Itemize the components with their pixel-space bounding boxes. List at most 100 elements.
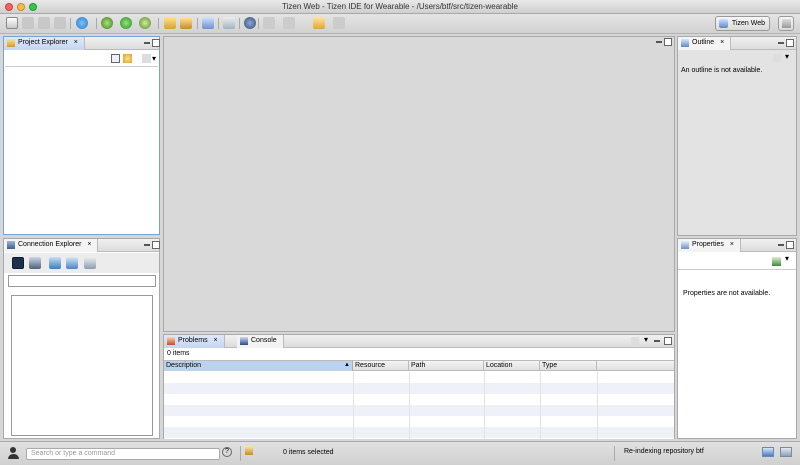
connection-filter-input[interactable]: [8, 275, 156, 287]
main-toolbar: Tizen Web: [0, 14, 800, 34]
close-icon[interactable]: ×: [87, 241, 91, 248]
minimize-icon[interactable]: [778, 42, 784, 44]
minimize-icon[interactable]: [654, 340, 660, 342]
chevron-down-icon[interactable]: ▾: [785, 254, 789, 263]
tab-console[interactable]: Console: [237, 335, 284, 348]
save-all-icon[interactable]: [38, 17, 50, 29]
progress-status[interactable]: Re-indexing repository btf: [624, 448, 704, 455]
window-title: Tizen Web - Tizen IDE for Wearable - /Us…: [282, 2, 518, 11]
tab-label: Project Explorer: [18, 39, 68, 46]
open-perspective-button[interactable]: [778, 16, 794, 31]
minimize-icon[interactable]: [656, 41, 662, 43]
debug-icon[interactable]: [101, 17, 113, 29]
open-folder-icon[interactable]: [164, 17, 176, 29]
collapse-all-icon[interactable]: [111, 54, 120, 63]
properties-panel: Properties × ▾ Properties are not availa…: [677, 238, 797, 439]
maximize-icon[interactable]: [664, 38, 672, 46]
outline-icon: [681, 39, 689, 47]
chevron-down-icon[interactable]: ▾: [152, 54, 156, 63]
minimize-icon[interactable]: [778, 244, 784, 246]
open-perspective-icon: [782, 19, 791, 28]
column-label: Description: [166, 362, 202, 369]
table-body[interactable]: [164, 372, 674, 439]
minimize-icon[interactable]: [144, 244, 150, 246]
tab-label: Outline: [692, 39, 715, 46]
next-annotation-icon[interactable]: [263, 17, 275, 29]
project-tree[interactable]: [5, 66, 158, 233]
print-icon[interactable]: [54, 17, 66, 29]
maximize-icon[interactable]: [152, 241, 160, 249]
push-file-icon[interactable]: [49, 257, 61, 269]
help-icon[interactable]: ?: [222, 447, 232, 457]
column-location[interactable]: Location: [484, 361, 540, 371]
outline-message: An outline is not available.: [681, 67, 763, 74]
run-icon[interactable]: [120, 17, 132, 29]
view-menu-icon[interactable]: [142, 54, 151, 63]
project-explorer-header: Project Explorer ×: [4, 37, 160, 50]
problems-table: Description ▲ Resource Path Location Type: [164, 360, 674, 439]
tab-label: Connection Explorer: [18, 241, 82, 248]
connection-icon[interactable]: [244, 17, 256, 29]
quick-access-icon[interactable]: [8, 446, 22, 460]
tab-connection-explorer[interactable]: Connection Explorer ×: [4, 239, 99, 252]
pen-icon[interactable]: [180, 17, 192, 29]
problems-panel: Problems × Console ▾ 0 items Description…: [163, 334, 675, 439]
tab-label: Problems: [178, 337, 208, 344]
column-type[interactable]: Type: [540, 361, 597, 371]
close-icon[interactable]: ×: [730, 241, 734, 248]
tab-problems[interactable]: Problems ×: [164, 335, 225, 348]
folder-icon: [7, 39, 15, 47]
editor-area[interactable]: [163, 36, 675, 332]
connection-explorer-icon: [7, 241, 15, 249]
run-external-tools-icon[interactable]: [139, 17, 151, 29]
console-icon: [240, 337, 248, 345]
properties-body: Properties are not available.: [678, 269, 796, 438]
column-description[interactable]: Description ▲: [164, 361, 353, 371]
view-layout-icon[interactable]: [84, 257, 96, 269]
web-simulator-icon[interactable]: [202, 17, 214, 29]
tab-properties[interactable]: Properties ×: [678, 239, 741, 252]
new-icon[interactable]: [6, 17, 18, 29]
chevron-down-icon[interactable]: ▾: [785, 52, 789, 61]
view-menu-icon[interactable]: [773, 54, 781, 62]
remote-device-icon[interactable]: [29, 257, 41, 269]
connection-toolbar: [4, 253, 159, 273]
problems-icon: [167, 337, 175, 345]
column-path[interactable]: Path: [409, 361, 484, 371]
maximize-icon[interactable]: [664, 337, 672, 345]
minimize-icon[interactable]: [144, 42, 150, 44]
close-icon[interactable]: ×: [214, 337, 218, 344]
maximize-icon[interactable]: [786, 241, 794, 249]
tab-outline[interactable]: Outline ×: [678, 37, 732, 50]
close-icon[interactable]: ×: [720, 39, 724, 46]
column-resource[interactable]: Resource: [353, 361, 409, 371]
outline-header: Outline ×: [678, 37, 796, 50]
problems-header: Problems × Console ▾: [164, 335, 674, 348]
tizen-sdb-icon[interactable]: [76, 17, 88, 29]
device-list[interactable]: [11, 295, 153, 436]
quick-access-input[interactable]: Search or type a command: [26, 448, 220, 460]
properties-message: Properties are not available.: [683, 290, 771, 297]
emulator-manager-icon[interactable]: [12, 257, 24, 269]
bookmark-icon[interactable]: [245, 446, 253, 455]
progress-view-icon[interactable]: [762, 447, 774, 457]
outline-panel: Outline × ▾ An outline is not available.: [677, 36, 797, 236]
emulator-icon[interactable]: [223, 17, 235, 29]
project-explorer-panel: Project Explorer × ▾: [3, 36, 160, 235]
maximize-icon[interactable]: [786, 39, 794, 47]
tab-project-explorer[interactable]: Project Explorer ×: [4, 37, 85, 50]
pin-icon[interactable]: [772, 257, 781, 266]
save-icon[interactable]: [22, 17, 34, 29]
back-arrow-icon[interactable]: [313, 17, 325, 29]
tizen-web-perspective-button[interactable]: Tizen Web: [714, 16, 770, 31]
view-menu-icon[interactable]: [631, 337, 639, 345]
chevron-down-icon[interactable]: ▾: [644, 335, 648, 344]
task-icon[interactable]: [780, 447, 792, 457]
perspective-label: Tizen Web: [731, 20, 765, 27]
maximize-icon[interactable]: [152, 39, 160, 47]
link-with-editor-icon[interactable]: [123, 54, 132, 63]
close-icon[interactable]: ×: [74, 39, 78, 46]
pull-file-icon[interactable]: [66, 257, 78, 269]
previous-annotation-icon[interactable]: [283, 17, 295, 29]
forward-arrow-icon[interactable]: [333, 17, 345, 29]
